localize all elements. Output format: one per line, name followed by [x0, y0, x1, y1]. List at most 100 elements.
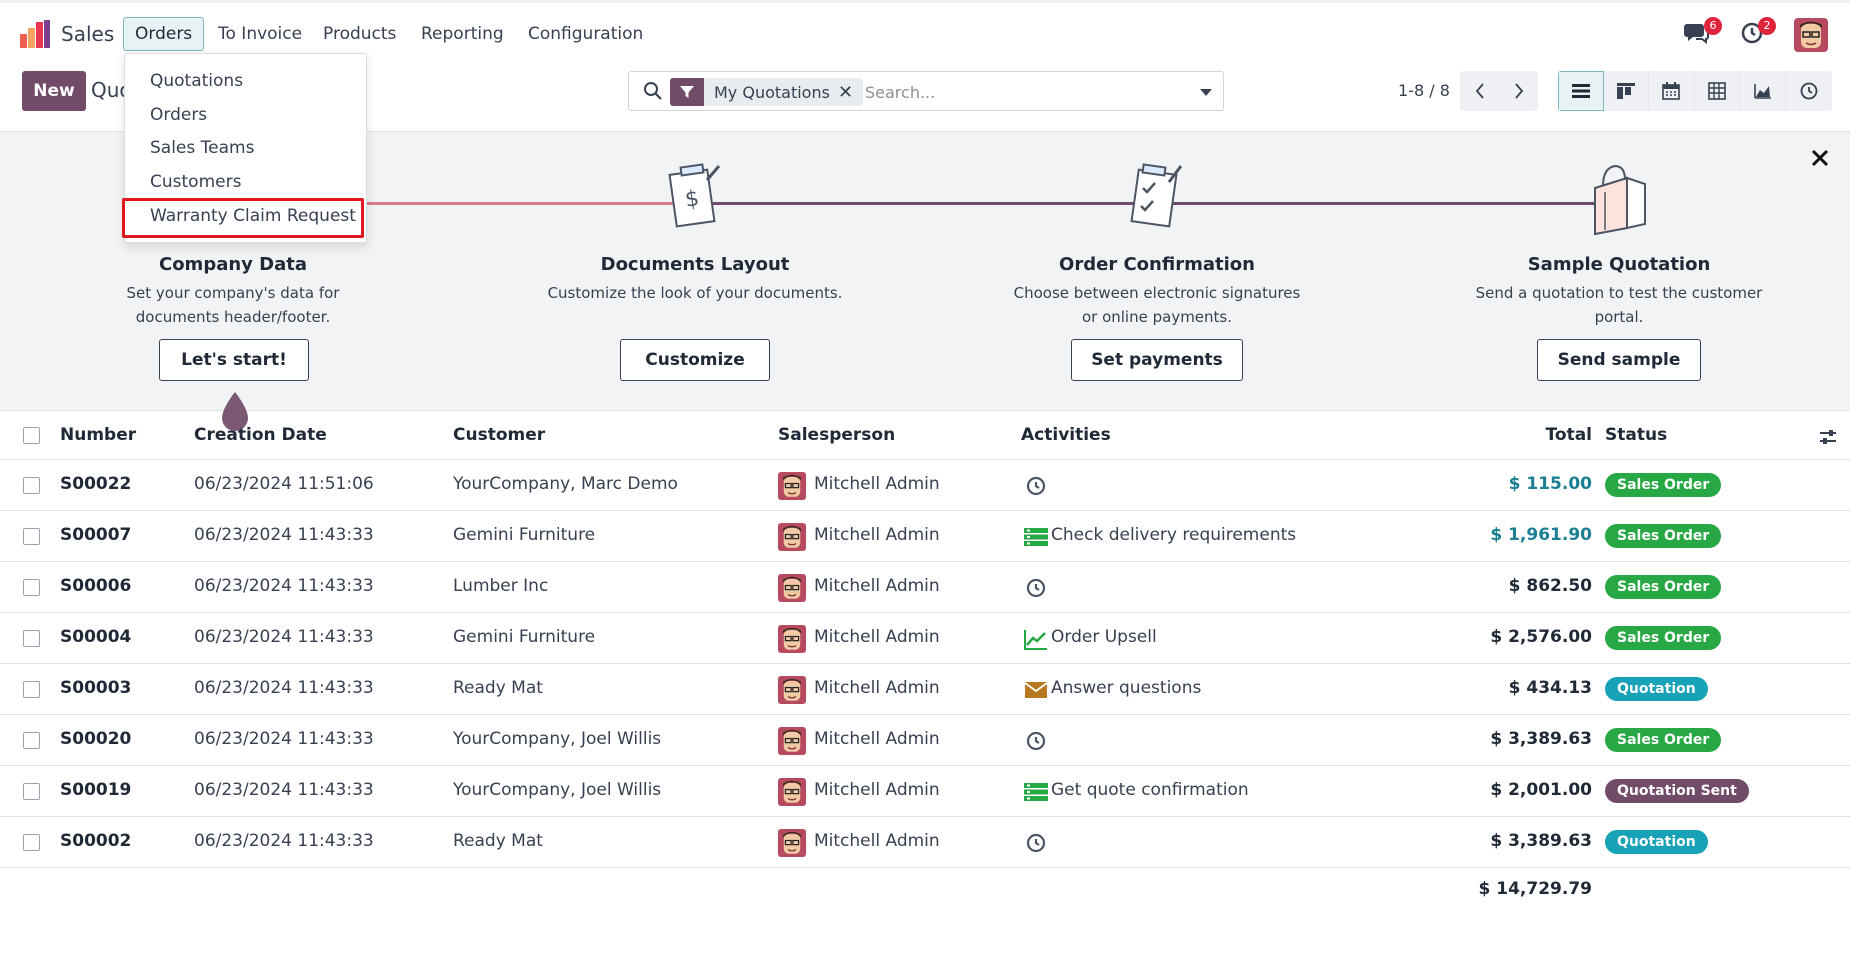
activity-summary[interactable]: Get quote confirmation: [1051, 780, 1249, 800]
menu-item-sales-teams[interactable]: Sales Teams: [125, 132, 368, 164]
salesperson-avatar[interactable]: [778, 778, 806, 806]
pager-previous-button[interactable]: [1460, 71, 1499, 111]
search-input[interactable]: [865, 80, 1165, 104]
new-button[interactable]: New: [22, 71, 86, 111]
header-creation-date[interactable]: Creation Date: [194, 425, 327, 445]
activity-summary[interactable]: Answer questions: [1051, 678, 1201, 698]
table-row[interactable]: S00020 06/23/2024 11:43:33 YourCompany, Jo…: [0, 715, 1850, 766]
salesperson-name: Mitchell Admin: [814, 831, 940, 851]
table-row[interactable]: S00022 06/23/2024 11:51:06 YourCompany, Ma…: [0, 460, 1850, 511]
row-checkbox[interactable]: [23, 783, 40, 800]
clock-icon[interactable]: [1024, 475, 1048, 497]
list-icon[interactable]: [1024, 781, 1048, 803]
trend-chart-icon[interactable]: [1024, 628, 1048, 650]
step-title: Order Confirmation: [1059, 254, 1255, 275]
header-status[interactable]: Status: [1605, 425, 1667, 445]
row-checkbox[interactable]: [23, 681, 40, 698]
nav-to-invoice[interactable]: To Invoice: [206, 17, 314, 51]
salesperson-avatar[interactable]: [778, 472, 806, 500]
lets-start-button[interactable]: Let's start!: [159, 339, 309, 381]
close-onboarding-icon[interactable]: [1806, 144, 1834, 172]
app-name[interactable]: Sales: [61, 22, 114, 46]
header-activities[interactable]: Activities: [1021, 425, 1111, 445]
order-total: $ 115.00: [1508, 474, 1592, 494]
row-checkbox[interactable]: [23, 732, 40, 749]
status-badge: Sales Order: [1605, 575, 1722, 599]
table-row[interactable]: S00006 06/23/2024 11:43:33 Lumber Inc Mitch…: [0, 562, 1850, 613]
clock-icon[interactable]: [1024, 577, 1048, 599]
order-number: S00022: [60, 474, 132, 494]
table-row[interactable]: S00007 06/23/2024 11:43:33 Gemini Furnitur…: [0, 511, 1850, 562]
optional-columns-icon[interactable]: [1818, 427, 1838, 447]
activity-summary[interactable]: Check delivery requirements: [1051, 525, 1296, 545]
step-description: Send a quotation to test the customer po…: [1475, 284, 1763, 326]
creation-date: 06/23/2024 11:43:33: [194, 678, 374, 698]
header-customer[interactable]: Customer: [453, 425, 545, 445]
nav-configuration[interactable]: Configuration: [516, 17, 655, 51]
menu-item-customers[interactable]: Customers: [125, 166, 368, 198]
nav-products[interactable]: Products: [311, 17, 408, 51]
search-bar[interactable]: My Quotations ✕: [628, 71, 1224, 111]
step-title: Sample Quotation: [1527, 254, 1711, 275]
clock-icon[interactable]: [1024, 832, 1048, 854]
header-total[interactable]: Total: [1546, 425, 1592, 445]
status-badge: Sales Order: [1605, 626, 1722, 650]
salesperson-avatar[interactable]: [778, 523, 806, 551]
graph-view-button[interactable]: [1740, 71, 1786, 111]
messages-button[interactable]: 6: [1684, 17, 1722, 49]
customer-name: Gemini Furniture: [453, 525, 596, 545]
pager-next-button[interactable]: [1499, 71, 1538, 111]
menu-item-orders[interactable]: Orders: [125, 99, 368, 131]
row-checkbox[interactable]: [23, 528, 40, 545]
table-row[interactable]: S00003 06/23/2024 11:43:33 Ready Mat Mitche…: [0, 664, 1850, 715]
customize-button[interactable]: Customize: [620, 339, 770, 381]
status-badge: Sales Order: [1605, 473, 1722, 497]
nav-orders[interactable]: Orders: [123, 17, 205, 51]
row-checkbox[interactable]: [23, 579, 40, 596]
list-view-button[interactable]: [1558, 71, 1604, 111]
row-checkbox[interactable]: [23, 834, 40, 851]
pivot-view-button[interactable]: [1694, 71, 1741, 111]
order-total: $ 1,961.90: [1490, 525, 1592, 545]
order-total: $ 434.13: [1508, 678, 1592, 698]
header-number[interactable]: Number: [60, 425, 136, 445]
filter-icon: [670, 78, 704, 106]
search-facet: My Quotations ✕: [670, 78, 864, 106]
shopping-bag-icon: [1594, 164, 1646, 236]
facet-remove-icon[interactable]: ✕: [838, 82, 863, 103]
clock-icon[interactable]: [1024, 730, 1048, 752]
select-all-checkbox[interactable]: [23, 427, 40, 444]
salesperson-avatar[interactable]: [778, 727, 806, 755]
set-payments-button[interactable]: Set payments: [1071, 339, 1243, 381]
salesperson-avatar[interactable]: [778, 625, 806, 653]
activity-view-button[interactable]: [1785, 71, 1832, 111]
envelope-icon[interactable]: [1024, 679, 1048, 701]
activity-summary[interactable]: Order Upsell: [1051, 627, 1157, 647]
user-avatar[interactable]: [1794, 18, 1828, 52]
search-icon[interactable]: [643, 81, 663, 101]
header-salesperson[interactable]: Salesperson: [778, 425, 895, 445]
order-total: $ 2,576.00: [1490, 627, 1592, 647]
pager-value[interactable]: 1-8 / 8: [1398, 81, 1450, 100]
send-sample-button[interactable]: Send sample: [1537, 339, 1701, 381]
calendar-view-button[interactable]: [1649, 71, 1695, 111]
row-checkbox[interactable]: [23, 477, 40, 494]
salesperson-avatar[interactable]: [778, 829, 806, 857]
menu-item-quotations[interactable]: Quotations: [125, 65, 368, 97]
activities-button[interactable]: 2: [1740, 17, 1776, 49]
kanban-view-button[interactable]: [1603, 71, 1650, 111]
nav-reporting[interactable]: Reporting: [409, 17, 516, 51]
search-options-toggle[interactable]: [1188, 71, 1224, 111]
customer-name: YourCompany, Joel Willis: [453, 780, 662, 800]
table-row[interactable]: S00004 06/23/2024 11:43:33 Gemini Furnitur…: [0, 613, 1850, 664]
table-row[interactable]: S00002 06/23/2024 11:43:33 Ready Mat Mitche…: [0, 817, 1850, 868]
sales-app-icon[interactable]: [20, 20, 50, 48]
creation-date: 06/23/2024 11:43:33: [194, 525, 374, 545]
row-checkbox[interactable]: [23, 630, 40, 647]
menu-item-warranty-claim-request[interactable]: Warranty Claim Request: [125, 200, 368, 232]
table-row[interactable]: S00019 06/23/2024 11:43:33 YourCompany, Jo…: [0, 766, 1850, 817]
salesperson-avatar[interactable]: [778, 676, 806, 704]
salesperson-avatar[interactable]: [778, 574, 806, 602]
customer-name: YourCompany, Joel Willis: [453, 729, 662, 749]
list-icon[interactable]: [1024, 526, 1048, 548]
